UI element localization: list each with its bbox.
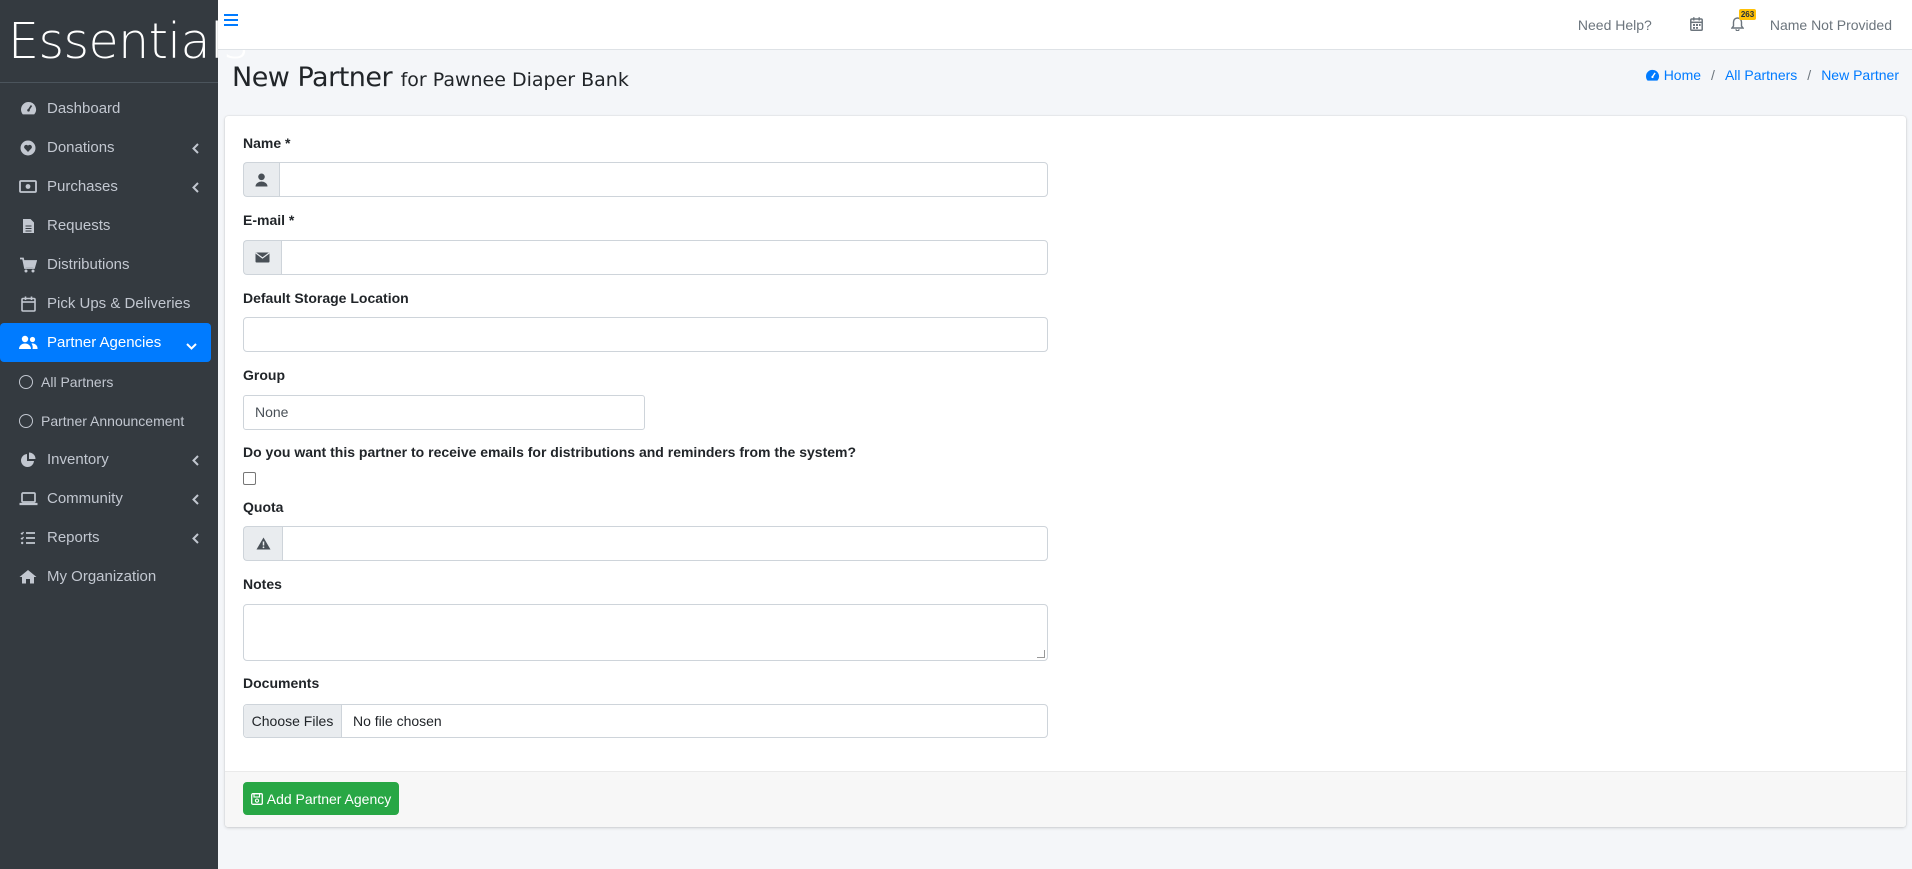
save-icon bbox=[250, 792, 267, 805]
sidebar-item-reports[interactable]: Reports bbox=[0, 518, 211, 557]
quota-input-group bbox=[243, 526, 1048, 561]
dashboard-icon bbox=[1645, 69, 1660, 82]
sidebar-item-label: Donations bbox=[47, 139, 115, 156]
sidebar-item-label: Dashboard bbox=[47, 100, 121, 117]
page-subtitle: for Pawnee Diaper Bank bbox=[400, 69, 629, 91]
notes-textarea[interactable] bbox=[243, 604, 1048, 661]
breadcrumb: Home / All Partners / New Partner bbox=[1645, 67, 1899, 83]
sidebar-nav: Dashboard Donations Purchases Requests D… bbox=[0, 83, 218, 596]
chevron-left-icon bbox=[192, 180, 199, 197]
money-icon bbox=[18, 178, 38, 196]
menu-toggle-icon[interactable] bbox=[224, 14, 238, 29]
file-status: No file chosen bbox=[353, 713, 442, 729]
bell-icon bbox=[1730, 16, 1745, 34]
need-help-link[interactable]: Need Help? bbox=[1578, 17, 1652, 33]
sidebar-item-community[interactable]: Community bbox=[0, 479, 211, 518]
send-emails-checkbox[interactable] bbox=[243, 472, 256, 485]
email-input[interactable] bbox=[281, 240, 1048, 275]
sidebar-item-distributions[interactable]: Distributions bbox=[0, 245, 211, 284]
cart-icon bbox=[18, 256, 38, 274]
chevron-left-icon bbox=[192, 453, 199, 470]
quota-label: Quota bbox=[243, 499, 284, 515]
breadcrumb-home[interactable]: Home bbox=[1664, 67, 1701, 83]
documents-file-input[interactable]: Choose Files No file chosen bbox=[243, 704, 1048, 738]
brand-logo[interactable]: Essentials bbox=[0, 0, 249, 83]
sidebar-item-my-organization[interactable]: My Organization bbox=[0, 557, 211, 596]
laptop-icon bbox=[18, 490, 38, 508]
topbar-right: Need Help? 263 Name Not Provided bbox=[1578, 0, 1912, 50]
chevron-down-icon bbox=[186, 337, 197, 354]
notes-label: Notes bbox=[243, 576, 282, 592]
topbar: Need Help? 263 Name Not Provided bbox=[218, 0, 1912, 50]
breadcrumb-all-partners[interactable]: All Partners bbox=[1725, 67, 1797, 83]
sidebar-item-requests[interactable]: Requests bbox=[0, 206, 211, 245]
page-header: New Partner for Pawnee Diaper Bank bbox=[232, 62, 629, 93]
chevron-left-icon bbox=[192, 531, 199, 548]
documents-label: Documents bbox=[243, 675, 320, 691]
sidebar-item-label: Community bbox=[47, 490, 123, 507]
sidebar-sub-all-partners[interactable]: All Partners bbox=[0, 362, 218, 401]
file-icon bbox=[18, 217, 38, 235]
storage-location-select[interactable] bbox=[243, 317, 1048, 352]
warning-icon bbox=[243, 526, 282, 561]
add-partner-agency-button[interactable]: Add Partner Agency bbox=[243, 782, 399, 815]
home-icon bbox=[18, 568, 38, 586]
sidebar-item-pickups[interactable]: Pick Ups & Deliveries bbox=[0, 284, 211, 323]
notifications-button[interactable]: 263 bbox=[1730, 8, 1757, 34]
sidebar-item-label: Purchases bbox=[47, 178, 118, 195]
chevron-left-icon bbox=[192, 492, 199, 509]
calendar-icon bbox=[18, 295, 38, 313]
calendar-icon[interactable] bbox=[1689, 16, 1703, 34]
name-input-group bbox=[243, 162, 1048, 197]
card-footer bbox=[225, 771, 1906, 827]
envelope-icon bbox=[243, 240, 281, 275]
send-emails-label: Do you want this partner to receive emai… bbox=[243, 444, 857, 460]
chevron-left-icon bbox=[192, 141, 199, 158]
sidebar-sub-label: All Partners bbox=[41, 373, 114, 390]
heart-icon bbox=[18, 139, 38, 157]
sidebar-item-label: Distributions bbox=[47, 256, 130, 273]
sidebar-item-label: Partner Agencies bbox=[47, 334, 162, 351]
sidebar-sub-partner-announcement[interactable]: Partner Announcement bbox=[0, 401, 218, 440]
pie-chart-icon bbox=[18, 451, 38, 469]
sidebar-item-label: Requests bbox=[47, 217, 111, 234]
page-title: New Partner bbox=[232, 62, 393, 93]
sidebar-item-purchases[interactable]: Purchases bbox=[0, 167, 211, 206]
sidebar-item-dashboard[interactable]: Dashboard bbox=[0, 89, 211, 128]
group-label: Group bbox=[243, 367, 285, 383]
storage-location-group bbox=[243, 317, 1048, 352]
circle-icon bbox=[19, 374, 33, 389]
breadcrumb-current[interactable]: New Partner bbox=[1821, 67, 1899, 83]
users-icon bbox=[18, 334, 38, 352]
name-label: Name * bbox=[243, 135, 291, 151]
sidebar-sub-label: Partner Announcement bbox=[41, 412, 185, 429]
notification-badge: 263 bbox=[1738, 8, 1757, 20]
add-partner-agency-label: Add Partner Agency bbox=[266, 790, 392, 807]
group-select[interactable]: None bbox=[243, 395, 645, 430]
sidebar-item-label: Reports bbox=[47, 529, 100, 546]
user-icon bbox=[243, 162, 279, 197]
email-input-group bbox=[243, 240, 1048, 275]
brand-name: Essentials bbox=[8, 12, 249, 70]
resize-handle-icon[interactable] bbox=[1037, 650, 1045, 658]
sidebar-item-label: My Organization bbox=[47, 568, 157, 585]
circle-icon bbox=[19, 413, 33, 428]
breadcrumb-separator: / bbox=[1711, 67, 1715, 83]
sidebar-item-label: Pick Ups & Deliveries bbox=[47, 295, 191, 312]
sidebar-item-partner-agencies[interactable]: Partner Agencies bbox=[0, 323, 211, 362]
storage-location-label: Default Storage Location bbox=[243, 290, 409, 306]
list-icon bbox=[18, 529, 38, 547]
sidebar: Essentials Dashboard Donations Purchases… bbox=[0, 0, 249, 869]
user-menu[interactable]: Name Not Provided bbox=[1770, 17, 1892, 33]
sidebar-item-inventory[interactable]: Inventory bbox=[0, 440, 211, 479]
choose-files-button[interactable]: Choose Files bbox=[244, 705, 342, 737]
dashboard-icon bbox=[18, 100, 38, 118]
email-label: E-mail * bbox=[243, 212, 295, 228]
breadcrumb-separator: / bbox=[1807, 67, 1812, 83]
name-input[interactable] bbox=[279, 162, 1048, 197]
sidebar-item-label: Inventory bbox=[47, 451, 109, 468]
quota-input[interactable] bbox=[282, 526, 1048, 561]
sidebar-item-donations[interactable]: Donations bbox=[0, 128, 211, 167]
